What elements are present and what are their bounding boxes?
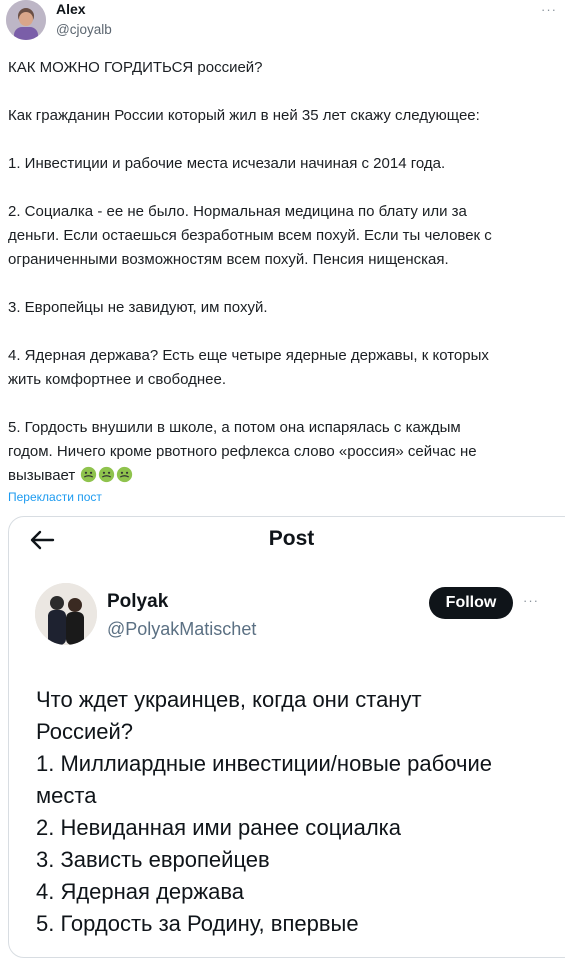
translate-post-link[interactable]: Перекласти пост <box>8 490 102 504</box>
quoted-line: 1. Миллиардные инвестиции/новые рабочие <box>36 751 492 776</box>
author-name[interactable]: Alex <box>56 1 86 17</box>
nauseated-face-icon <box>79 466 133 484</box>
quoted-line: Россией? <box>36 719 133 744</box>
post-header-title: Post <box>268 527 315 550</box>
quoted-line: 5. Гордость за Родину, впервые <box>36 911 359 936</box>
tweet-paragraph: Как гражданин России который жил в ней 3… <box>8 107 480 124</box>
avatar[interactable] <box>6 0 46 40</box>
tweet-paragraph: 1. Инвестиции и рабочие места исчезали н… <box>8 155 446 172</box>
quoted-post-card[interactable]: Post Polyak @PolyakMatischet Follow ··· … <box>8 516 565 958</box>
quoted-line: места <box>36 783 97 808</box>
quoted-post-text: Что ждет украинцев, когда они станут Рос… <box>36 684 556 940</box>
quoted-line: 3. Зависть европейцев <box>36 847 270 872</box>
more-options-icon[interactable]: ··· <box>523 593 539 608</box>
tweet-paragraph-last: 5. Гордость внушили в школе, а потом она… <box>8 416 558 488</box>
quoted-line: 4. Ядерная держава <box>36 879 245 904</box>
tweet-paragraph: КАК МОЖНО ГОРДИТЬСЯ россией? <box>8 59 263 76</box>
tweet-text: КАК МОЖНО ГОРДИТЬСЯ россией? Как граждан… <box>8 56 558 488</box>
quoted-line: 2. Невиданная ими ранее социалка <box>36 815 401 840</box>
tweet-paragraph: 4. Ядерная держава? Есть еще четыре ядер… <box>8 347 489 388</box>
quoted-author-avatar[interactable] <box>35 583 97 645</box>
author-handle[interactable]: @cjoyalb <box>56 22 112 37</box>
more-options-icon[interactable]: ··· <box>541 2 557 17</box>
quoted-author-handle[interactable]: @PolyakMatischet <box>107 619 256 640</box>
tweet-paragraph: 3. Европейцы не завидуют, им похуй. <box>8 299 268 316</box>
follow-button[interactable]: Follow <box>429 587 513 619</box>
tweet-paragraph: 2. Социалка - ее не было. Нормальная мед… <box>8 203 492 268</box>
quoted-line: Что ждет украинцев, когда они станут <box>36 687 422 712</box>
quoted-author-name[interactable]: Polyak <box>107 591 168 613</box>
